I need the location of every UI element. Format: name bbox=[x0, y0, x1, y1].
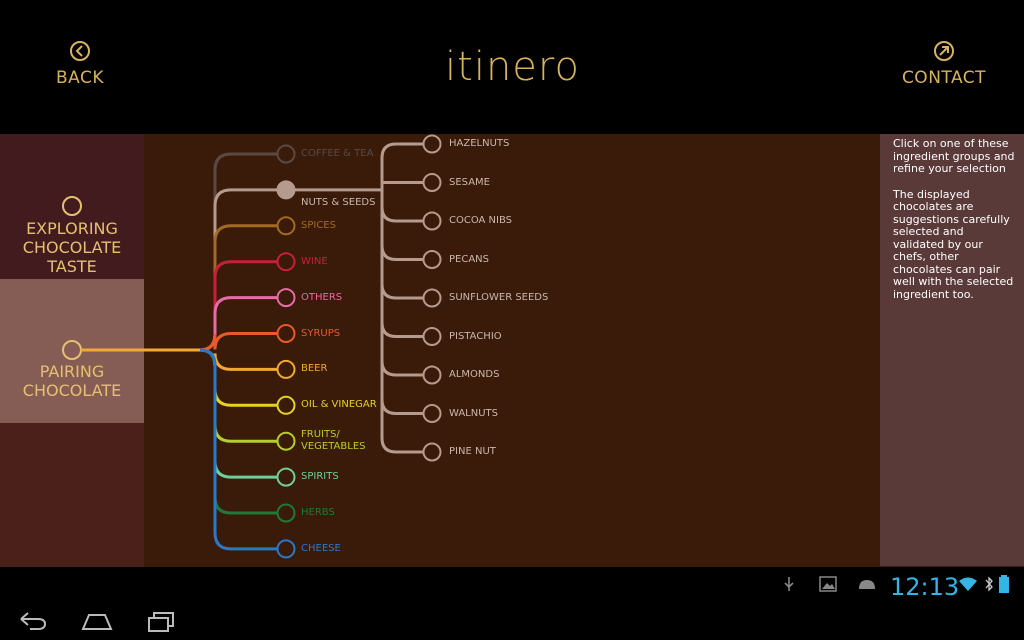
ingredient-node-icon[interactable] bbox=[422, 327, 442, 346]
usb-icon bbox=[784, 577, 794, 591]
clock: 12:13 bbox=[890, 573, 960, 601]
category-node-icon[interactable] bbox=[276, 395, 296, 415]
bluetooth-icon bbox=[985, 576, 993, 592]
category-node-icon[interactable] bbox=[276, 252, 296, 272]
category-label[interactable]: BEER bbox=[301, 363, 327, 375]
contact-button[interactable]: CONTACT bbox=[898, 40, 990, 88]
system-navbar bbox=[0, 602, 1024, 640]
ingredient-label[interactable]: PISTACHIO bbox=[449, 331, 502, 343]
category-label[interactable]: HERBS bbox=[301, 507, 335, 519]
ingredient-label[interactable]: SUNFLOWER SEEDS bbox=[449, 292, 548, 304]
category-label[interactable]: COFFEE & TEA bbox=[301, 148, 373, 160]
ingredient-node-icon[interactable] bbox=[422, 442, 442, 462]
ingredient-label[interactable]: PINE NUT bbox=[449, 446, 496, 458]
ingredient-label[interactable]: WALNUTS bbox=[449, 408, 498, 420]
contact-label: CONTACT bbox=[901, 68, 987, 88]
category-label[interactable]: FRUITS/ VEGETABLES bbox=[301, 429, 366, 453]
ingredient-node-icon[interactable] bbox=[422, 288, 442, 308]
ingredient-branch bbox=[380, 189, 423, 338]
category-branch bbox=[199, 296, 277, 352]
category-node-icon[interactable] bbox=[276, 503, 296, 523]
category-branch bbox=[199, 224, 277, 352]
category-branch bbox=[199, 188, 277, 352]
category-label[interactable]: OTHERS bbox=[301, 292, 342, 304]
ingredient-node-icon[interactable] bbox=[422, 250, 442, 269]
ingredient-label[interactable]: COCOA NIBS bbox=[449, 215, 512, 227]
info-panel: Click on one of these ingredient groups … bbox=[880, 134, 1024, 566]
contact-icon bbox=[934, 41, 954, 61]
category-label[interactable]: CHEESE bbox=[301, 543, 341, 555]
ingredient-node-icon[interactable] bbox=[422, 211, 442, 231]
category-label[interactable]: SPICES bbox=[301, 220, 336, 232]
ingredient-label[interactable]: SESAME bbox=[449, 177, 490, 189]
category-node-icon[interactable] bbox=[276, 144, 296, 164]
ingredient-label[interactable]: PECANS bbox=[449, 254, 489, 266]
category-branch bbox=[199, 348, 277, 515]
category-branch bbox=[199, 348, 277, 407]
back-button[interactable]: BACK bbox=[48, 40, 112, 88]
category-label[interactable]: SYRUPS bbox=[301, 328, 340, 340]
category-node-icon[interactable] bbox=[276, 431, 296, 451]
battery-icon bbox=[999, 575, 1009, 593]
ingredient-branch bbox=[380, 181, 423, 190]
ingredient-label[interactable]: ALMONDS bbox=[449, 369, 499, 381]
category-node-icon[interactable] bbox=[276, 467, 296, 487]
ingredient-label[interactable]: HAZELNUTS bbox=[449, 138, 509, 150]
android-icon bbox=[859, 580, 875, 589]
category-label[interactable]: NUTS & SEEDS bbox=[301, 197, 375, 209]
pairing-tree bbox=[81, 134, 442, 559]
ingredient-node-icon[interactable] bbox=[422, 134, 442, 154]
category-label[interactable]: WINE bbox=[301, 256, 328, 268]
nav-home-icon[interactable] bbox=[80, 612, 114, 632]
category-branch bbox=[199, 260, 277, 352]
category-label[interactable]: OIL & VINEGAR bbox=[301, 399, 377, 411]
category-node-icon[interactable] bbox=[276, 216, 296, 236]
nav-back-icon[interactable] bbox=[18, 610, 48, 632]
ingredient-branch bbox=[380, 189, 423, 261]
category-branch bbox=[199, 348, 277, 551]
nav-recents-icon[interactable] bbox=[146, 610, 176, 634]
ingredient-node-icon[interactable] bbox=[422, 173, 442, 192]
category-branch bbox=[199, 152, 277, 352]
ingredient-node-icon[interactable] bbox=[422, 404, 442, 423]
category-node-icon[interactable] bbox=[276, 288, 296, 308]
info-paragraph-2: The displayed chocolates are suggestions… bbox=[893, 187, 1014, 301]
category-branch bbox=[199, 332, 277, 352]
main-content: EXPLORING CHOCOLATE TASTE PAIRING CHOCOL… bbox=[0, 134, 1024, 567]
ingredient-branch bbox=[380, 189, 423, 415]
ingredient-branch bbox=[380, 189, 423, 223]
back-label: BACK bbox=[55, 68, 104, 88]
category-label[interactable]: SPIRITS bbox=[301, 471, 339, 483]
status-strip: 12:13 bbox=[0, 567, 1024, 602]
app-logo: itinero bbox=[445, 44, 580, 90]
category-node-icon[interactable] bbox=[276, 324, 296, 343]
ingredient-node-icon[interactable] bbox=[422, 365, 442, 385]
gallery-icon bbox=[819, 576, 837, 592]
category-node-icon[interactable] bbox=[276, 180, 296, 200]
info-paragraph-1: Click on one of these ingredient groups … bbox=[893, 137, 1015, 175]
category-node-icon[interactable] bbox=[276, 539, 296, 559]
ingredient-branch bbox=[380, 189, 423, 300]
category-node-icon[interactable] bbox=[276, 359, 296, 379]
app-header: BACK itinero CONTACT bbox=[0, 0, 1024, 134]
category-branch bbox=[199, 348, 277, 443]
back-arrow-icon bbox=[70, 41, 90, 61]
wifi-icon bbox=[959, 577, 977, 591]
